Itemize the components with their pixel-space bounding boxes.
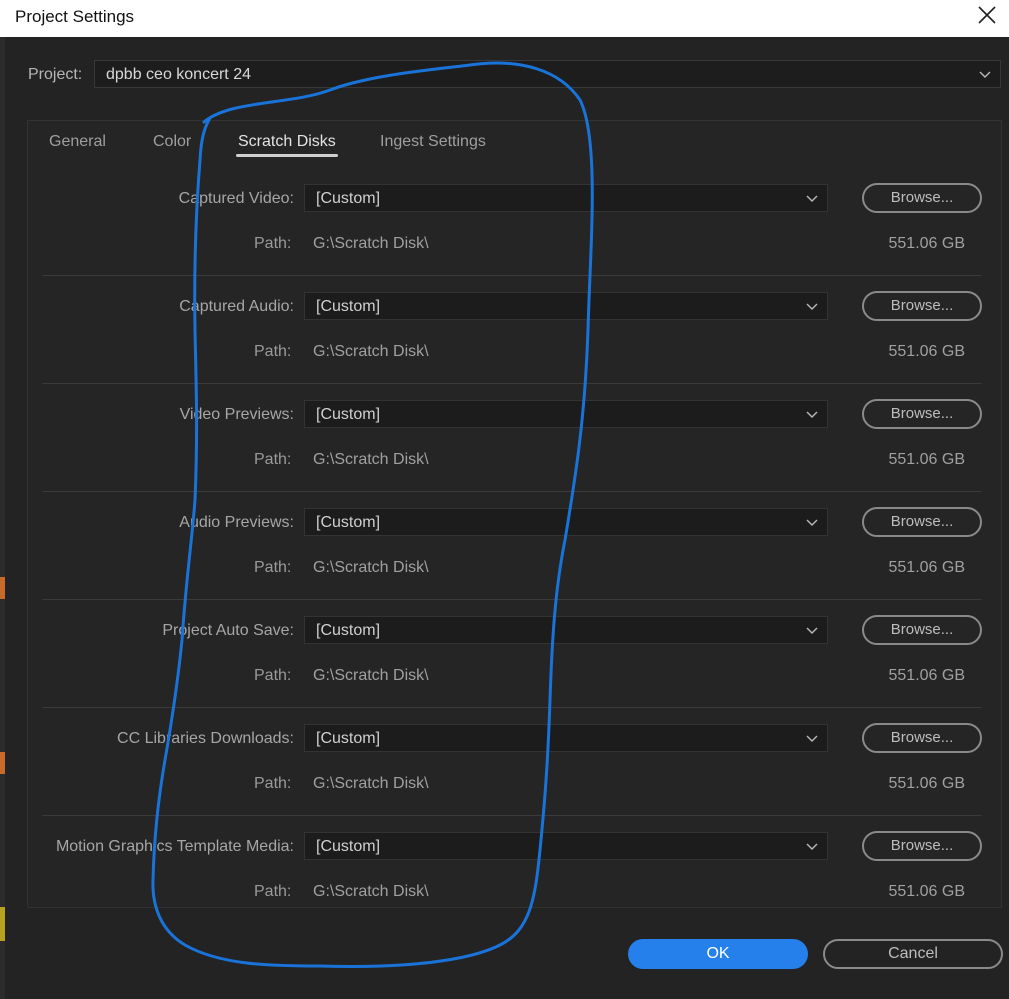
- scratch-disk-label: Project Auto Save:: [162, 622, 294, 639]
- chevron-down-icon: [806, 411, 818, 418]
- chevron-down-icon: [806, 627, 818, 634]
- browse-button[interactable]: Browse...: [862, 723, 982, 753]
- scratch-disk-label: CC Libraries Downloads:: [117, 730, 294, 747]
- path-label: Path:: [254, 775, 292, 792]
- free-space: 551.06 GB: [888, 559, 966, 576]
- cancel-button[interactable]: Cancel: [823, 939, 1003, 969]
- project-dropdown[interactable]: dpbb ceo koncert 24: [94, 60, 1001, 88]
- tab-ingest-settings[interactable]: Ingest Settings: [380, 133, 486, 151]
- tab-general[interactable]: General: [49, 133, 106, 151]
- close-icon: [978, 6, 996, 24]
- scratch-disk-row: Video Previews: [Custom] Browse... Path: G:\…: [0, 393, 1009, 501]
- tab-scratch-disks[interactable]: Scratch Disks: [238, 133, 336, 151]
- free-space: 551.06 GB: [888, 883, 966, 900]
- scratch-disk-dropdown[interactable]: [Custom]: [304, 184, 828, 212]
- path-value: G:\Scratch Disk\: [313, 667, 429, 684]
- close-button[interactable]: [965, 0, 1009, 30]
- browse-button[interactable]: Browse...: [862, 507, 982, 537]
- scratch-disk-dropdown[interactable]: [Custom]: [304, 832, 828, 860]
- browse-button[interactable]: Browse...: [862, 183, 982, 213]
- row-divider: [42, 383, 981, 384]
- scratch-disk-row: CC Libraries Downloads: [Custom] Browse...…: [0, 717, 1009, 825]
- path-label: Path:: [254, 559, 292, 576]
- path-label: Path:: [254, 667, 292, 684]
- free-space: 551.06 GB: [888, 343, 966, 360]
- chevron-down-icon: [806, 195, 818, 202]
- dropdown-value: [Custom]: [316, 190, 381, 207]
- scratch-disk-dropdown[interactable]: [Custom]: [304, 292, 828, 320]
- scratch-disk-row: Audio Previews: [Custom] Browse... Path: G:\…: [0, 501, 1009, 609]
- browse-button[interactable]: Browse...: [862, 399, 982, 429]
- window-title: Project Settings: [15, 7, 135, 26]
- row-divider: [42, 275, 981, 276]
- ok-button[interactable]: OK: [628, 939, 808, 969]
- chevron-down-icon: [806, 843, 818, 850]
- scratch-disk-row: Project Auto Save: [Custom] Browse... Path:…: [0, 609, 1009, 717]
- browse-button[interactable]: Browse...: [862, 831, 982, 861]
- dropdown-value: [Custom]: [316, 622, 381, 639]
- dropdown-value: [Custom]: [316, 838, 381, 855]
- path-value: G:\Scratch Disk\: [313, 343, 429, 360]
- active-tab-indicator: [236, 154, 338, 157]
- scratch-disk-row: Motion Graphics Template Media: [Custom] B…: [0, 825, 1009, 933]
- path-label: Path:: [254, 451, 292, 468]
- path-value: G:\Scratch Disk\: [313, 559, 429, 576]
- free-space: 551.06 GB: [888, 775, 966, 792]
- scratch-disk-label: Video Previews:: [179, 406, 294, 423]
- scratch-disk-dropdown[interactable]: [Custom]: [304, 508, 828, 536]
- chevron-down-icon: [806, 303, 818, 310]
- project-label: Project:: [28, 66, 83, 83]
- chevron-down-icon: [806, 735, 818, 742]
- path-value: G:\Scratch Disk\: [313, 235, 429, 252]
- free-space: 551.06 GB: [888, 235, 966, 252]
- path-label: Path:: [254, 235, 292, 252]
- row-divider: [42, 599, 981, 600]
- scratch-disk-label: Audio Previews:: [179, 514, 294, 531]
- dropdown-value: [Custom]: [316, 514, 381, 531]
- path-label: Path:: [254, 343, 292, 360]
- title-bar: Project Settings: [0, 0, 1009, 37]
- dropdown-value: [Custom]: [316, 298, 381, 315]
- chevron-down-icon: [806, 519, 818, 526]
- project-value: dpbb ceo koncert 24: [106, 66, 251, 83]
- scratch-disk-label: Captured Video:: [178, 190, 294, 207]
- scratch-disk-dropdown[interactable]: [Custom]: [304, 724, 828, 752]
- scratch-disk-row: Captured Video: [Custom] Browse... Path: G:\…: [0, 177, 1009, 285]
- row-divider: [42, 491, 981, 492]
- path-value: G:\Scratch Disk\: [313, 775, 429, 792]
- free-space: 551.06 GB: [888, 667, 966, 684]
- path-label: Path:: [254, 883, 292, 900]
- path-value: G:\Scratch Disk\: [313, 451, 429, 468]
- scratch-disk-label: Captured Audio:: [179, 298, 294, 315]
- free-space: 551.06 GB: [888, 451, 966, 468]
- browse-button[interactable]: Browse...: [862, 291, 982, 321]
- dropdown-value: [Custom]: [316, 730, 381, 747]
- scratch-disk-dropdown[interactable]: [Custom]: [304, 616, 828, 644]
- browse-button[interactable]: Browse...: [862, 615, 982, 645]
- dropdown-value: [Custom]: [316, 406, 381, 423]
- tab-color[interactable]: Color: [153, 133, 191, 151]
- scratch-disk-label: Motion Graphics Template Media:: [55, 838, 294, 855]
- scratch-disk-dropdown[interactable]: [Custom]: [304, 400, 828, 428]
- scratch-disk-row: Captured Audio: [Custom] Browse... Path: G:\…: [0, 285, 1009, 393]
- row-divider: [42, 707, 981, 708]
- chevron-down-icon: [979, 71, 991, 78]
- row-divider: [42, 815, 981, 816]
- path-value: G:\Scratch Disk\: [313, 883, 429, 900]
